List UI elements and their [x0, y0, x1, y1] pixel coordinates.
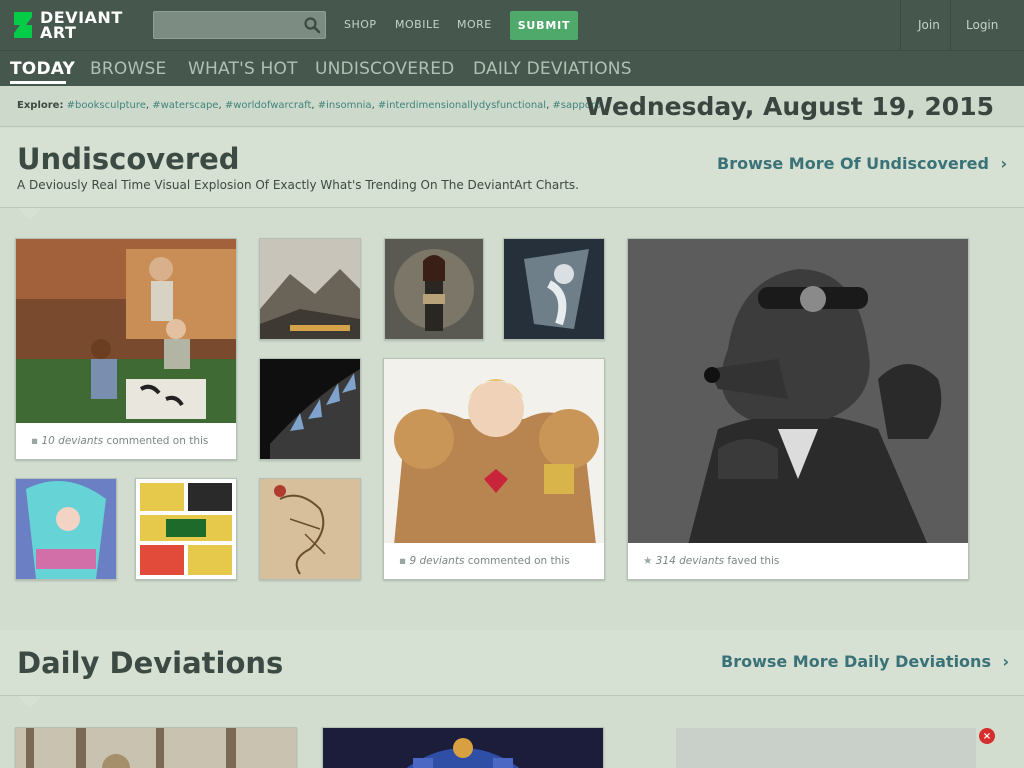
tab-today[interactable]: TODAY	[10, 59, 75, 79]
deviant-count[interactable]: 314 deviants	[656, 555, 724, 567]
explore-tags: Explore: #booksculpture, #waterscape, #w…	[17, 100, 601, 111]
section-notch	[18, 208, 42, 220]
deviation-image	[628, 239, 968, 545]
top-bar: DEVIANT ART SHOP MOBILE MORE SUBMIT Join…	[0, 0, 1024, 50]
tab-daily-deviations[interactable]: DAILY DEVIATIONS	[473, 59, 632, 79]
deviation-meta: ▪ 9 deviants commented on this	[384, 543, 604, 579]
undiscovered-header: Undiscovered A Deviously Real Time Visua…	[0, 128, 1024, 208]
deviation-thumb[interactable]: ▪ 9 deviants commented on this	[383, 358, 605, 580]
deviation-thumb[interactable]	[15, 478, 117, 580]
tag-link[interactable]: #insomnia	[318, 100, 372, 111]
deviation-meta: ★ 314 deviants faved this	[628, 543, 968, 579]
deviation-image	[16, 239, 236, 425]
comment-icon: ▪	[399, 555, 407, 567]
deviation-thumb[interactable]: ★ 314 deviants faved this	[627, 238, 969, 580]
divider	[900, 0, 901, 50]
deviation-thumb[interactable]	[259, 238, 361, 340]
join-link[interactable]: Join	[918, 18, 940, 32]
nav-mobile[interactable]: MOBILE	[395, 18, 440, 31]
nav-shop[interactable]: SHOP	[344, 18, 377, 31]
section-tabs: TODAY BROWSE WHAT'S HOT UNDISCOVERED DAI…	[0, 50, 1024, 86]
section-notch	[18, 696, 42, 708]
deviation-thumb[interactable]	[259, 358, 361, 460]
browse-more-label: Browse More Daily Deviations	[721, 652, 991, 671]
login-link[interactable]: Login	[966, 18, 998, 32]
ad-placeholder	[676, 728, 976, 768]
tag-link[interactable]: #booksculpture	[67, 100, 146, 111]
deviantart-logo[interactable]: DEVIANT ART	[12, 8, 132, 42]
deviation-image	[260, 359, 360, 459]
deviation-thumb[interactable]	[503, 238, 605, 340]
submit-button[interactable]: SUBMIT	[510, 11, 578, 40]
tag-link[interactable]: #worldofwarcraft	[225, 100, 312, 111]
deviant-count[interactable]: 9 deviants	[409, 555, 464, 567]
logo-line2: ART	[40, 23, 77, 42]
tab-whats-hot[interactable]: WHAT'S HOT	[188, 59, 298, 79]
search-input[interactable]	[154, 12, 294, 38]
deviation-image	[385, 239, 483, 339]
browse-more-label: Browse More Of Undiscovered	[717, 154, 989, 173]
comment-icon: ▪	[31, 435, 39, 447]
nav-more[interactable]: MORE	[457, 18, 492, 31]
deviant-count[interactable]: 10 deviants	[41, 435, 103, 447]
deviation-thumb[interactable]	[259, 478, 361, 580]
deviation-image	[504, 239, 604, 339]
deviation-meta: ▪ 10 deviants commented on this	[16, 423, 236, 459]
daily-deviations-header: Daily Deviations Browse More Daily Devia…	[0, 630, 1024, 696]
deviation-image	[323, 728, 603, 768]
deviation-thumb[interactable]	[135, 478, 237, 580]
tag-link[interactable]: #interdimensionallydysfunctional	[378, 100, 546, 111]
search-box	[153, 11, 326, 39]
deviation-image	[136, 479, 236, 579]
current-date: Wednesday, August 19, 2015	[585, 92, 994, 121]
daily-deviations-title: Daily Deviations	[17, 646, 284, 680]
deviation-image	[260, 239, 360, 339]
deviation-image	[16, 479, 116, 579]
deviation-image	[384, 359, 604, 545]
deviation-thumb[interactable]	[322, 727, 604, 768]
tag-link[interactable]: #waterscape	[152, 100, 218, 111]
logo-mark-icon	[14, 12, 32, 38]
divider	[950, 0, 951, 50]
deviation-thumb[interactable]	[384, 238, 484, 340]
chevron-right-icon: ›	[1000, 154, 1008, 173]
deviation-thumb[interactable]	[15, 727, 297, 768]
undiscovered-title: Undiscovered	[17, 142, 240, 176]
tab-undiscovered[interactable]: UNDISCOVERED	[315, 59, 454, 79]
chevron-right-icon: ›	[1002, 652, 1010, 671]
deviation-thumb[interactable]: ▪ 10 deviants commented on this	[15, 238, 237, 460]
close-icon[interactable]: ×	[979, 728, 995, 744]
browse-more-daily-link[interactable]: Browse More Daily Deviations ›	[721, 652, 1009, 671]
explore-label: Explore:	[17, 100, 64, 111]
search-icon[interactable]	[303, 16, 321, 34]
active-tab-indicator	[10, 81, 66, 84]
deviation-image	[260, 479, 360, 579]
deviation-image	[16, 728, 296, 768]
star-icon: ★	[643, 555, 653, 567]
tab-browse[interactable]: BROWSE	[90, 59, 166, 79]
undiscovered-subtitle: A Deviously Real Time Visual Explosion O…	[17, 178, 579, 192]
browse-more-undiscovered-link[interactable]: Browse More Of Undiscovered ›	[717, 154, 1007, 173]
